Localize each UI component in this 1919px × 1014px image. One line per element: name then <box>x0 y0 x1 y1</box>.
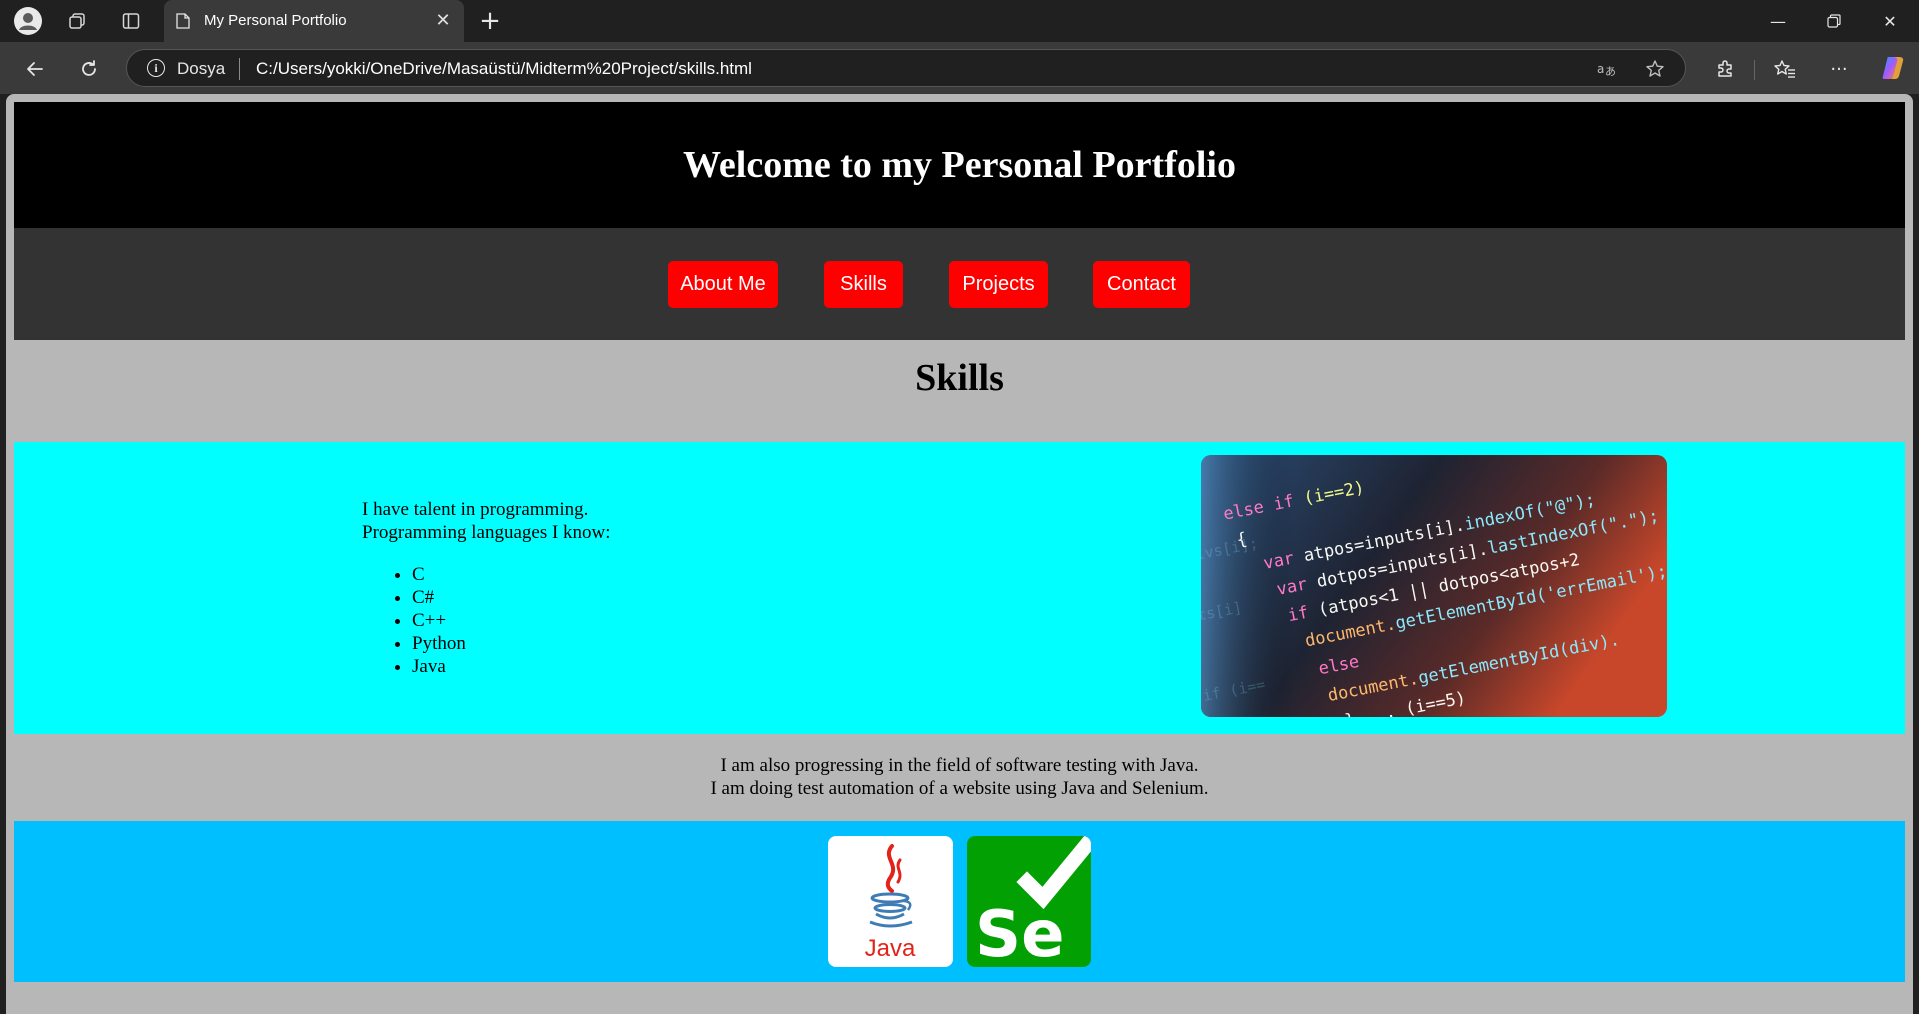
language-item: C# <box>412 586 611 609</box>
profile-avatar-icon[interactable] <box>14 7 42 35</box>
refresh-icon[interactable] <box>74 54 104 84</box>
code-screenshot-image: else if (i==2) { var atpos=inputs[i].ind… <box>1201 455 1667 717</box>
copilot-icon[interactable] <box>1879 54 1907 82</box>
svg-text:あ: あ <box>1605 65 1616 78</box>
close-window-icon[interactable]: ✕ <box>1862 0 1918 42</box>
page-viewport: Welcome to my Personal Portfolio About M… <box>6 94 1913 1014</box>
tab-title: My Personal Portfolio <box>204 12 347 29</box>
java-logo-text: Java <box>865 935 916 962</box>
java-logo-image: Java <box>828 836 953 967</box>
skills-intro-line-2: Programming languages I know: <box>362 522 611 543</box>
page-icon <box>176 13 190 29</box>
address-toolbar: i Dosya C:/Users/yokki/OneDrive/Masaüstü… <box>0 42 1919 94</box>
toolbar-divider <box>1754 60 1755 80</box>
site-title: Welcome to my Personal Portfolio <box>683 144 1236 186</box>
extensions-icon[interactable] <box>1711 55 1739 83</box>
skills-panel: I have talent in programming. Programmin… <box>14 442 1905 734</box>
skills-heading: Skills <box>915 357 1004 399</box>
site-navigation: About Me Skills Projects Contact <box>14 228 1905 340</box>
nav-projects-button[interactable]: Projects <box>949 261 1048 308</box>
selenium-logo-text: Se <box>975 898 1065 967</box>
nav-contact-button[interactable]: Contact <box>1093 261 1190 308</box>
tab-my-personal-portfolio[interactable]: My Personal Portfolio ✕ <box>164 0 464 42</box>
svg-text:a: a <box>1597 62 1604 76</box>
language-item: C <box>412 563 611 586</box>
language-item: Python <box>412 632 611 655</box>
back-arrow-icon[interactable] <box>20 54 50 84</box>
restore-icon[interactable] <box>1806 0 1862 42</box>
skills-description: I have talent in programming. Programmin… <box>362 498 611 678</box>
logos-panel: Java Se <box>14 821 1905 982</box>
address-scheme-label: Dosya <box>177 59 226 78</box>
vertical-tabs-icon[interactable] <box>118 8 144 34</box>
workspaces-icon[interactable] <box>64 8 90 34</box>
testing-description: I am also progressing in the field of so… <box>14 754 1905 800</box>
favorites-icon[interactable] <box>1771 55 1799 83</box>
nav-skills-button[interactable]: Skills <box>824 261 903 308</box>
selenium-logo-image: Se <box>967 836 1091 967</box>
close-tab-icon[interactable]: ✕ <box>432 9 454 31</box>
read-aloud-translate-icon[interactable]: aあ <box>1596 58 1620 80</box>
language-item: C++ <box>412 609 611 632</box>
languages-list: C C# C++ Python Java <box>362 563 611 678</box>
url-text[interactable]: C:/Users/yokki/OneDrive/Masaüstü/Midterm… <box>256 59 752 79</box>
site-header: Welcome to my Personal Portfolio <box>14 102 1905 228</box>
testing-line-1: I am also progressing in the field of so… <box>720 755 1199 776</box>
address-bar[interactable]: i Dosya C:/Users/yokki/OneDrive/Masaüstü… <box>126 49 1686 87</box>
skills-intro-line-1: I have talent in programming. <box>362 499 589 520</box>
language-item: Java <box>412 655 611 678</box>
browser-title-bar: My Personal Portfolio ✕ + — ✕ <box>0 0 1919 42</box>
favorite-star-icon[interactable] <box>1643 58 1667 80</box>
nav-about-me-button[interactable]: About Me <box>668 261 778 308</box>
more-options-icon[interactable]: ··· <box>1825 55 1853 83</box>
address-separator <box>239 58 240 80</box>
info-icon[interactable]: i <box>147 59 165 77</box>
minimize-icon[interactable]: — <box>1750 0 1806 42</box>
new-tab-icon[interactable]: + <box>476 7 504 35</box>
testing-line-2: I am doing test automation of a website … <box>710 778 1209 799</box>
